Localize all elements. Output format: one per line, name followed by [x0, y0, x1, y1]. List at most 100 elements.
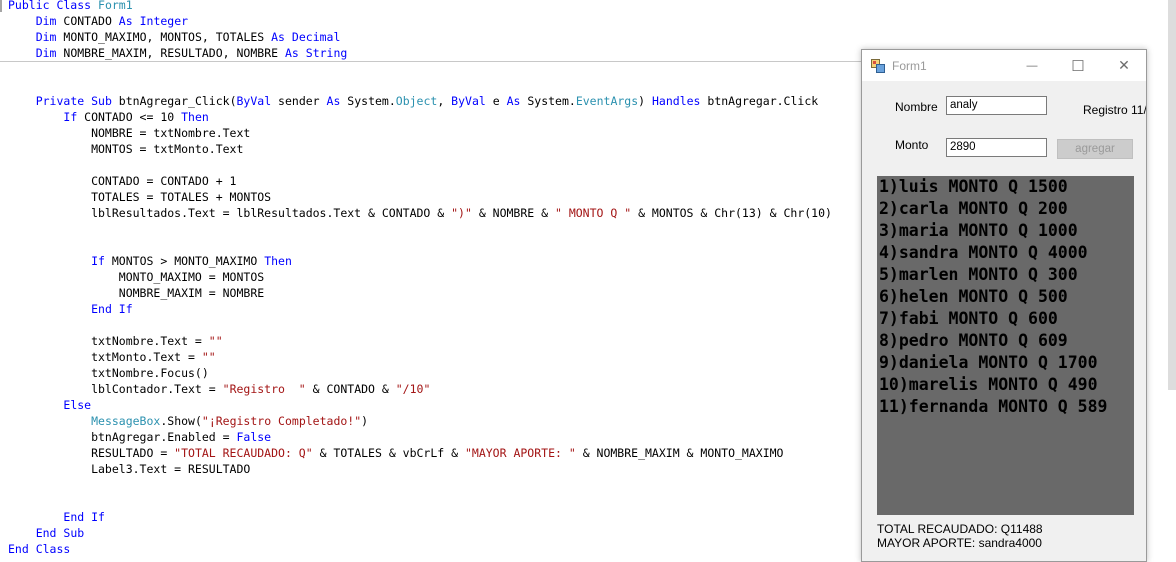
code-token: ")": [451, 206, 472, 220]
code-line: Else: [8, 397, 91, 413]
code-token: "MAYOR APORTE: ": [464, 446, 576, 460]
code-token: Then: [264, 254, 292, 268]
code-token: Decimal: [291, 30, 341, 44]
code-token: If: [63, 110, 78, 124]
code-line: CONTADO = CONTADO + 1: [8, 173, 236, 189]
code-token: MONTOS = txtMonto.Text: [8, 142, 244, 156]
code-token: btnAgregar_Click(: [111, 94, 237, 108]
code-token: MessageBox: [91, 414, 161, 428]
result-line: 10)marelis MONTO Q 490: [879, 375, 1098, 394]
form1-window: Form1 — ☐ ✕ Nombre analy Registro 11/10 …: [861, 49, 1147, 562]
code-token: Form1: [98, 0, 133, 12]
close-icon: ✕: [1118, 57, 1130, 73]
outline-collapse-bar: [0, 0, 2, 12]
code-token: MONTOS > MONTO_MAXIMO: [104, 254, 265, 268]
result-line: 9)daniela MONTO Q 1700: [879, 353, 1098, 372]
code-token: Handles: [652, 94, 701, 108]
code-line: MessageBox.Show("¡Registro Completado!"): [8, 413, 368, 429]
code-token: If: [91, 254, 105, 268]
code-token: lblContador.Text =: [8, 382, 223, 396]
code-line: End Sub: [8, 525, 84, 541]
code-token: RESULTADO =: [8, 446, 175, 460]
code-line: txtNombre.Text = "": [8, 333, 223, 349]
code-token: TOTALES = TOTALES + MONTOS: [8, 190, 272, 204]
code-token: ByVal: [451, 94, 486, 108]
agregar-button[interactable]: agregar: [1057, 139, 1133, 159]
code-token: End Class: [8, 542, 71, 556]
code-line: Dim CONTADO As Integer: [8, 13, 188, 29]
nombre-input[interactable]: analy: [946, 96, 1047, 115]
minimize-button[interactable]: —: [1009, 50, 1055, 81]
monto-input[interactable]: 2890: [946, 138, 1047, 157]
code-token: CONTADO <= 10: [77, 110, 182, 124]
code-token: btnAgregar.Click: [700, 94, 819, 108]
code-token: CONTADO: [56, 14, 119, 28]
code-line: MONTO_MAXIMO = MONTOS: [8, 269, 264, 285]
code-token: NOMBRE_MAXIM, RESULTADO, NOMBRE: [56, 46, 285, 60]
code-token: "": [208, 334, 223, 348]
window-title: Form1: [892, 59, 927, 73]
code-line: Public Class Form1: [8, 0, 133, 13]
code-token: As: [326, 94, 341, 108]
code-token: NOMBRE = txtNombre.Text: [8, 126, 251, 140]
code-line: NOMBRE_MAXIM = NOMBRE: [8, 285, 264, 301]
code-line: TOTALES = TOTALES + MONTOS: [8, 189, 271, 205]
code-token: NOMBRE_MAXIM = NOMBRE: [8, 286, 265, 300]
code-token: As: [271, 30, 285, 44]
code-token: Dim: [35, 30, 57, 44]
code-token: ): [638, 94, 652, 108]
editor-scrollbar[interactable]: [1168, 0, 1176, 390]
code-token: String: [305, 46, 348, 60]
code-token: lblResultados.Text = lblResultados.Text …: [8, 206, 452, 220]
title-bar[interactable]: Form1 — ☐ ✕: [862, 50, 1146, 81]
method-separator-line: [0, 61, 861, 62]
code-line: RESULTADO = "TOTAL RECAUDADO: Q" & TOTAL…: [8, 445, 783, 461]
code-token: btnAgregar.Enabled =: [8, 430, 237, 444]
form-app-icon: [871, 59, 885, 73]
code-token: MONTO_MAXIMO, MONTOS, TOTALES: [56, 30, 272, 44]
registro-counter-label: Registro 11/10: [1083, 103, 1147, 117]
code-line: If CONTADO <= 10 Then: [8, 109, 208, 125]
code-token: Integer: [139, 14, 189, 28]
code-token: txtNombre.Text =: [8, 334, 209, 348]
code-token: Dim: [35, 46, 57, 60]
close-button[interactable]: ✕: [1101, 50, 1146, 81]
minimize-icon: —: [1026, 59, 1038, 72]
code-token: Object: [395, 94, 438, 108]
code-token: " MONTO Q ": [554, 206, 632, 220]
code-token: e: [485, 94, 507, 108]
code-token: CONTADO = CONTADO + 1: [8, 174, 237, 188]
result-line: 7)fabi MONTO Q 600: [879, 309, 1058, 328]
monto-label: Monto: [895, 138, 929, 152]
result-line: 6)helen MONTO Q 500: [879, 287, 1068, 306]
code-token: "TOTAL RECAUDADO: Q": [174, 446, 313, 460]
code-token: EventArgs: [575, 94, 639, 108]
code-token: Label3.Text = RESULTADO: [8, 462, 251, 476]
nombre-label: Nombre: [895, 100, 938, 114]
code-token: Dim: [35, 14, 57, 28]
code-token: End If: [91, 302, 133, 316]
code-token: Private Sub: [35, 94, 112, 108]
code-token: MONTO_MAXIMO = MONTOS: [8, 270, 265, 284]
code-token: txtNombre.Focus(): [8, 366, 209, 380]
total-recaudado-text: TOTAL RECAUDADO: Q11488: [877, 522, 1043, 536]
code-token: & NOMBRE_MAXIM & MONTO_MAXIMO: [575, 446, 784, 460]
code-line: End Class: [8, 541, 70, 557]
code-token: & MONTOS & Chr(13) & Chr(10): [631, 206, 832, 220]
code-token: End Sub: [35, 526, 85, 540]
code-token: As: [506, 94, 521, 108]
code-token: ): [361, 414, 369, 428]
maximize-button[interactable]: ☐: [1055, 50, 1101, 81]
code-token: .Show(: [160, 414, 202, 428]
code-token: System.: [520, 94, 576, 108]
